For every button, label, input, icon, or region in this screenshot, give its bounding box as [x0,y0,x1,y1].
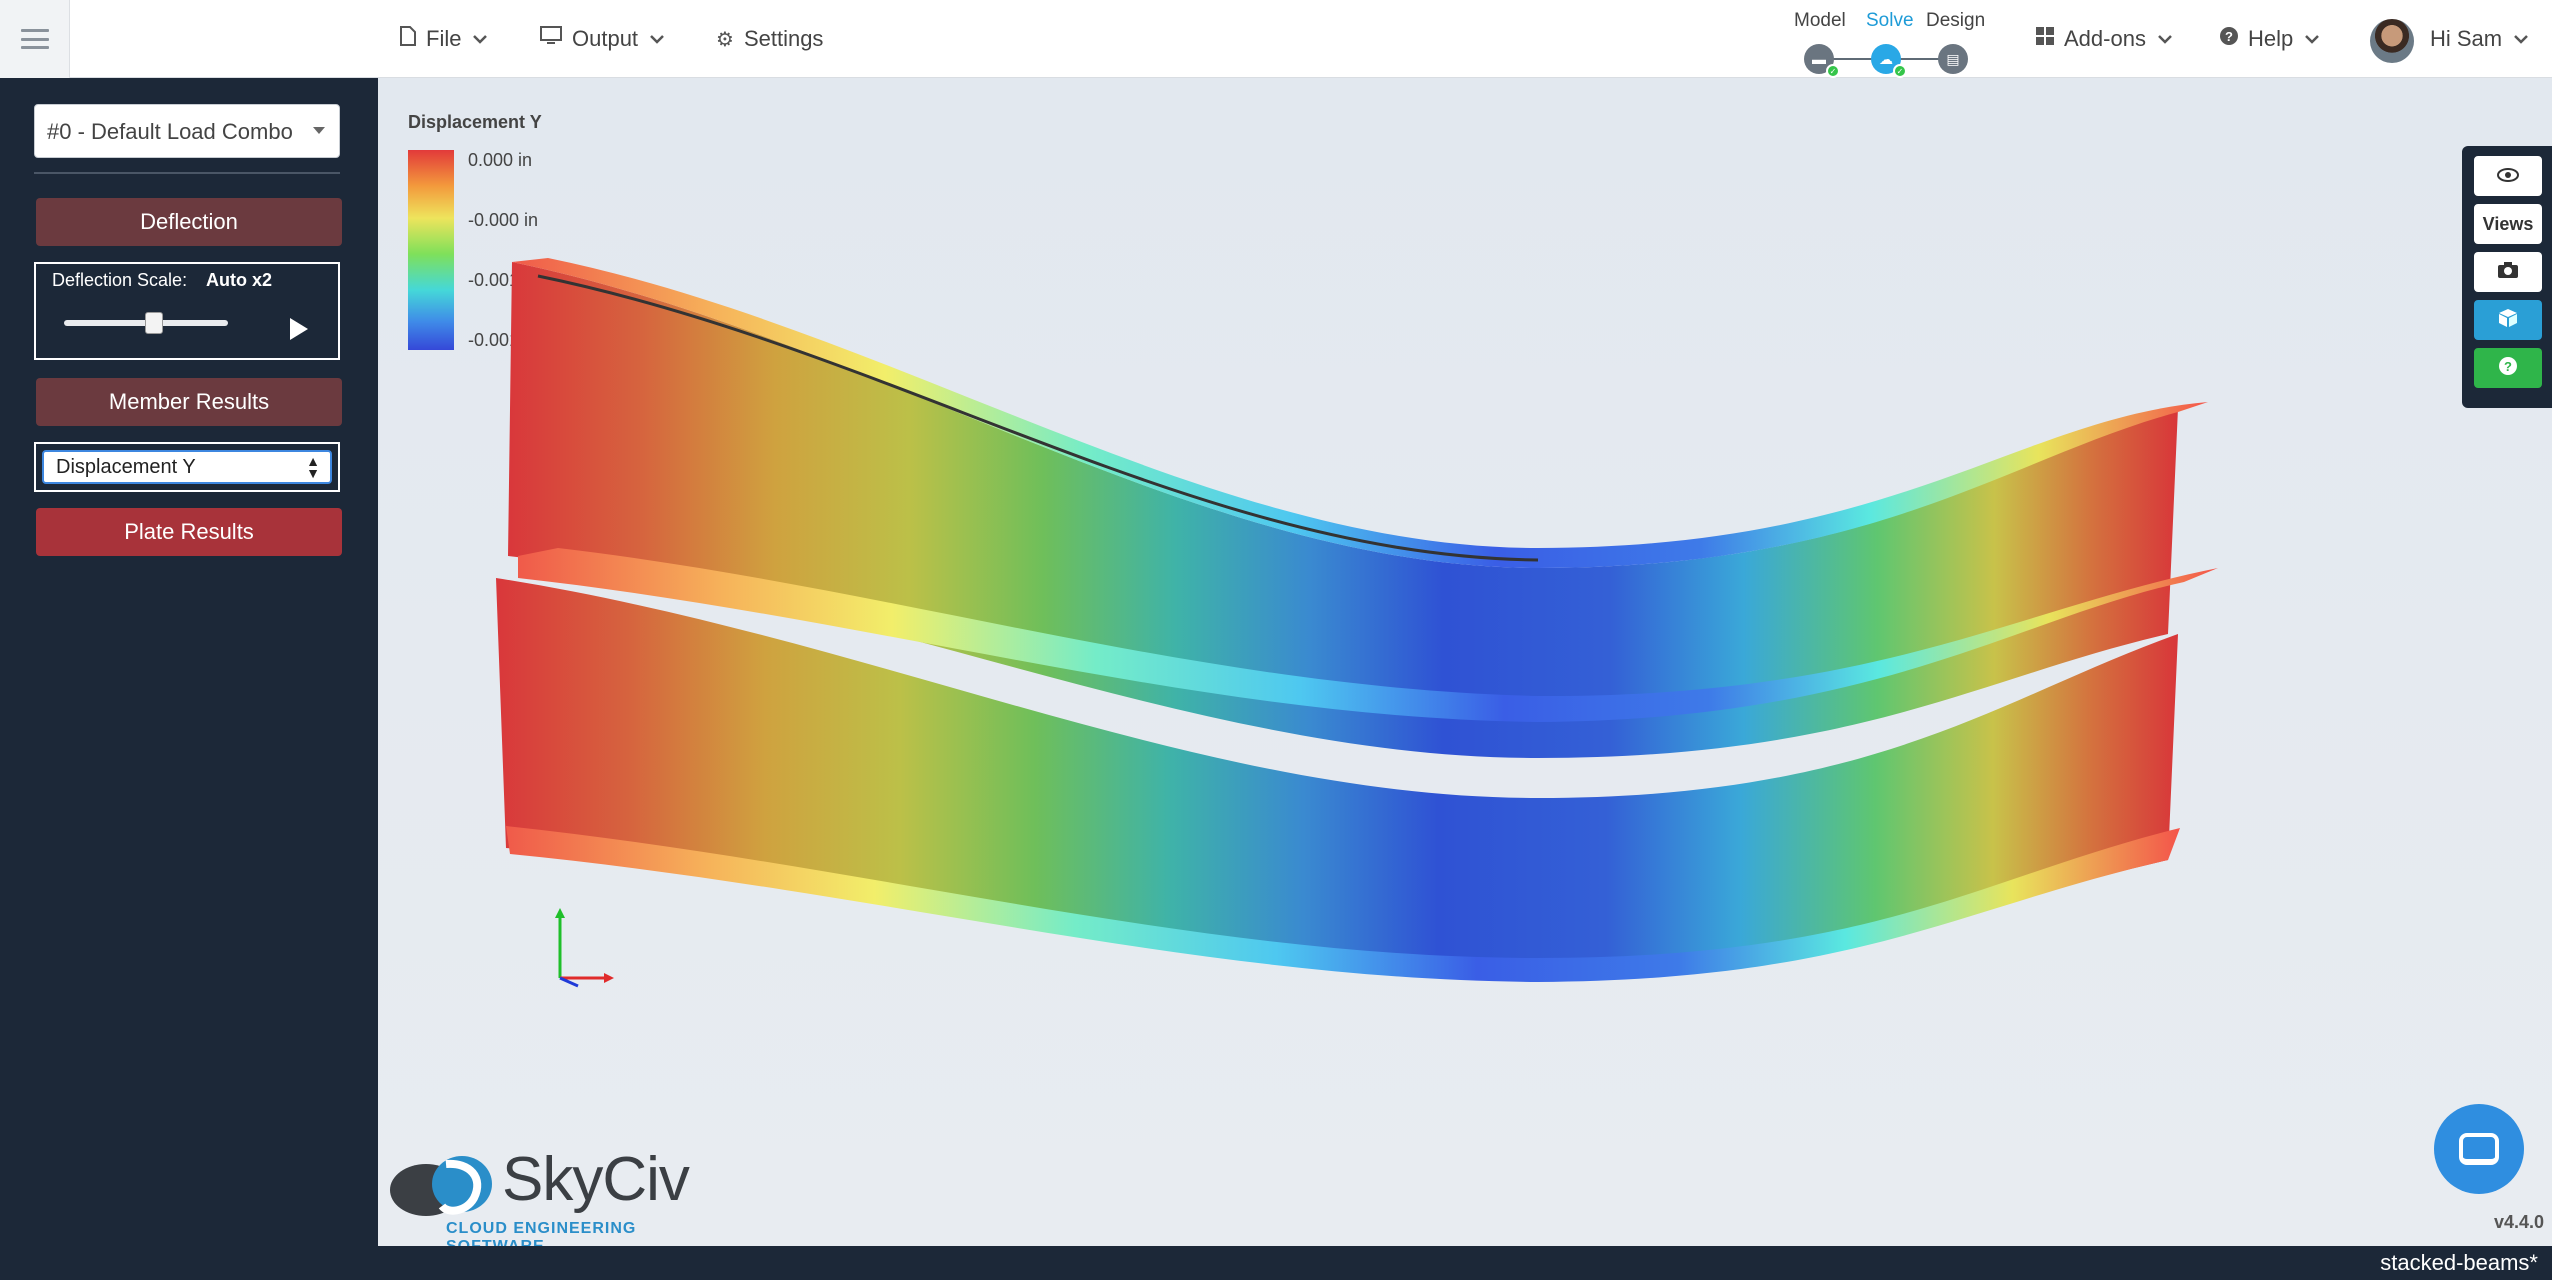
user-menu[interactable]: Hi Sam [2430,0,2529,78]
screenshot-button[interactable] [2474,252,2542,292]
cube-icon [2498,308,2518,333]
file-menu[interactable]: File [400,0,488,78]
deflection-scale-panel: Deflection Scale: Auto x2 [34,262,340,360]
axis-triad [555,908,614,988]
workflow-steps: Model Solve Design ▬ ✓ ☁ ✓ ▤ [1790,8,1990,78]
file-icon [400,26,416,52]
step-design-button[interactable]: ▤ [1938,44,1968,74]
eye-icon [2497,166,2519,187]
file-menu-label: File [426,26,462,51]
plate-results-button[interactable]: Plate Results [36,508,342,556]
question-circle-icon: ? [2220,27,2238,51]
views-button[interactable]: Views [2474,204,2542,244]
caret-down-icon [313,127,325,134]
filename-label: stacked-beams* [2380,1250,2538,1275]
grid-icon [2036,27,2054,51]
3d-view-button[interactable] [2474,300,2542,340]
step-model-button[interactable]: ▬ ✓ [1804,44,1840,78]
step-label-model: Model [1794,10,1846,31]
beam-icon: ▬ [1812,51,1826,67]
check-icon: ✓ [1893,64,1907,78]
addons-menu-label: Add-ons [2064,26,2146,51]
chevron-down-icon [2514,31,2529,47]
avatar[interactable] [2370,19,2414,63]
step-label-design: Design [1926,10,1986,31]
slider-handle[interactable] [145,312,164,334]
play-icon[interactable] [290,318,308,340]
settings-menu-label: Settings [743,26,824,51]
skyciv-logo: SkyCiv CLOUD ENGINEERING SOFTWARE [386,1140,726,1255]
svg-text:?: ? [2225,29,2233,44]
chevron-down-icon [473,31,488,47]
help-menu-label: Help [2248,26,2294,51]
document-icon: ▤ [1946,50,1960,67]
logo-wordmark: SkyCiv [502,1145,690,1214]
divider [34,172,340,174]
check-icon: ✓ [1826,64,1840,78]
svg-text:?: ? [2504,359,2512,374]
user-greeting: Hi Sam [2430,26,2503,51]
output-menu[interactable]: Output [540,0,664,78]
result-type-value: Displacement Y [56,456,196,478]
help-menu[interactable]: ? Help [2220,0,2320,78]
3d-viewport[interactable]: Displacement Y 0.000 in -0.000 in -0.001… [378,78,2552,1246]
output-menu-label: Output [572,26,639,51]
deflection-button[interactable]: Deflection [36,198,342,246]
camera-icon [2497,261,2519,284]
load-combo-select[interactable]: #0 - Default Load Combo [34,104,340,158]
version-label: v4.4.0 [2494,1212,2545,1232]
chat-icon [2459,1133,2499,1165]
hamburger-menu-button[interactable] [0,0,70,78]
result-type-select[interactable]: Displacement Y ▲ ▼ [42,450,332,484]
deflection-scale-value: Auto x2 [206,270,273,290]
view-toolbar: Views ? [2462,146,2552,408]
step-label-solve: Solve [1866,10,1914,31]
help-button[interactable]: ? [2474,348,2542,388]
deflection-scale-label: Deflection Scale: [52,270,188,290]
chevron-down-icon [650,31,664,47]
top-navbar: File Output ⚙ Settings Model Solve Desig… [0,0,2552,78]
sidebar: #0 - Default Load Combo Deflection Defle… [0,78,378,1246]
load-combo-value: #0 - Default Load Combo [47,119,293,144]
settings-menu[interactable]: ⚙ Settings [716,0,823,78]
result-type-container: Displacement Y ▲ ▼ [34,442,340,492]
gear-icon: ⚙ [716,28,734,51]
step-solve-button[interactable]: ☁ ✓ [1871,44,1907,78]
status-bar: stacked-beams* [0,1246,2552,1280]
monitor-icon [540,26,562,52]
chevron-down-icon [2305,31,2320,47]
chat-button[interactable] [2434,1104,2524,1194]
chevron-down-icon [2158,31,2172,47]
visibility-button[interactable] [2474,156,2542,196]
select-arrows-icon: ▲ ▼ [306,453,320,481]
hamburger-icon [20,29,49,49]
addons-menu[interactable]: Add-ons [2036,0,2172,78]
member-results-button[interactable]: Member Results [36,378,342,426]
deformed-beams-render [496,258,2218,982]
cloud-icon: ☁ [1879,50,1893,67]
question-circle-icon: ? [2499,356,2517,380]
cloud-logo-icon [390,1156,492,1216]
